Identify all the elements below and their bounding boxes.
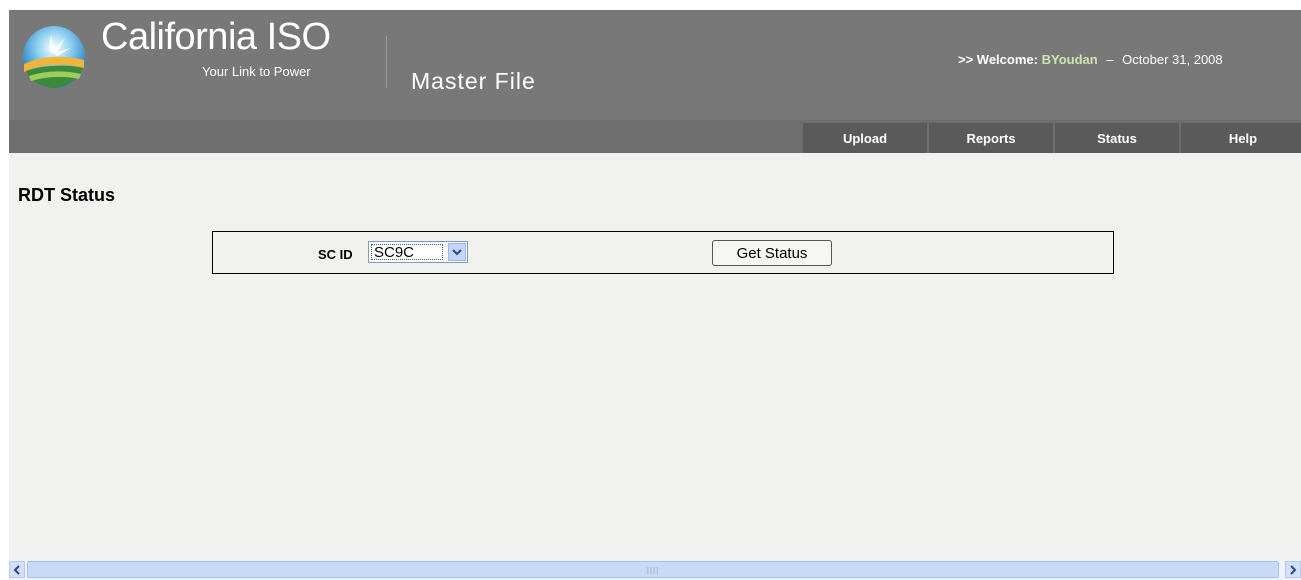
scroll-right-arrow-icon[interactable]	[1285, 561, 1301, 578]
scrollbar-thumb[interactable]: ||||	[27, 561, 1279, 578]
california-iso-logo	[23, 26, 85, 88]
tab-reports[interactable]: Reports	[929, 123, 1053, 153]
app-title: Master File	[411, 68, 536, 94]
scroll-left-arrow-icon[interactable]	[9, 561, 25, 578]
username: BYoudan	[1041, 52, 1098, 67]
sc-id-select[interactable]: SC9C	[368, 241, 468, 263]
brand-name: California ISO	[101, 16, 331, 58]
get-status-button[interactable]: Get Status	[712, 240, 832, 266]
page-title: RDT Status	[18, 185, 116, 205]
current-date: October 31, 2008	[1122, 52, 1223, 67]
welcome-separator: –	[1106, 52, 1114, 67]
welcome-line: >> Welcome: BYoudan – October 31, 2008	[958, 52, 1223, 67]
tab-help[interactable]: Help	[1181, 123, 1301, 153]
app-header: California ISO Your Link to Power Master…	[9, 10, 1301, 153]
browser-content: California ISO Your Link to Power Master…	[9, 10, 1301, 580]
tab-upload[interactable]: Upload	[803, 123, 927, 153]
main-nav: Upload Reports Status Help	[803, 123, 1301, 153]
tab-status[interactable]: Status	[1055, 123, 1179, 153]
chevron-down-icon[interactable]	[448, 243, 466, 261]
horizontal-scrollbar[interactable]: ||||	[9, 559, 1301, 580]
scrollbar-grip-icon: ||||	[646, 566, 660, 575]
sc-id-selected-value: SC9C	[371, 244, 443, 261]
welcome-prefix: >> Welcome:	[958, 52, 1038, 67]
header-divider	[386, 36, 387, 88]
sc-id-form: SC ID SC9C Get Status	[212, 231, 1114, 274]
sc-id-label: SC ID	[318, 247, 353, 262]
brand-tagline: Your Link to Power	[202, 64, 311, 79]
